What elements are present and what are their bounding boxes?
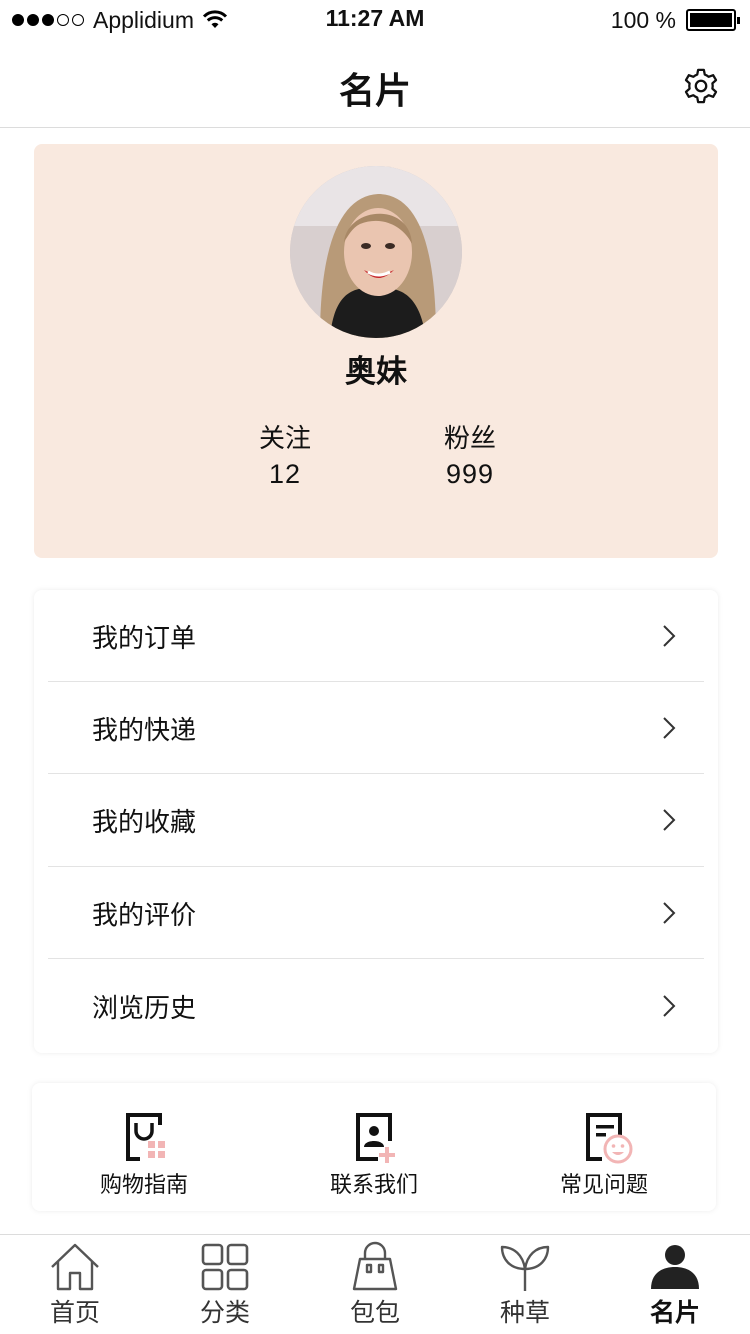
avatar-photo [290, 166, 462, 338]
settings-gear-icon[interactable] [682, 67, 720, 105]
menu-item-reviews[interactable]: 我的评价 [34, 867, 718, 959]
tab-category[interactable]: 分类 [170, 1241, 280, 1329]
chevron-right-icon [663, 809, 676, 831]
service-shopping-guide[interactable]: 购物指南 [64, 1111, 224, 1199]
tab-label: 名片 [649, 1298, 700, 1327]
service-label: 常见问题 [559, 1173, 648, 1198]
service-label: 购物指南 [99, 1173, 188, 1198]
chevron-right-icon [663, 625, 676, 647]
profile-card: 奥妹 关注 12 粉丝 999 [34, 144, 718, 558]
menu-item-label: 浏览历史 [92, 994, 197, 1024]
following-stat[interactable]: 关注 12 [215, 418, 355, 490]
chevron-right-icon [663, 902, 676, 924]
menu-item-history[interactable]: 浏览历史 [34, 960, 718, 1052]
person-icon [651, 1245, 699, 1289]
menu-list: 我的订单 我的快递 我的收藏 我的评价 浏览历史 [34, 590, 718, 1053]
navigation-bar: 名片 [0, 40, 750, 128]
contact-us-icon [356, 1113, 395, 1163]
service-shortcuts: 购物指南 联系我们 常见问题 [32, 1083, 716, 1211]
chevron-right-icon [663, 717, 676, 739]
following-count: 12 [268, 459, 302, 489]
battery-percent: 100 % [610, 6, 676, 33]
divider [48, 958, 704, 959]
menu-item-label: 我的订单 [92, 624, 197, 654]
profile-screen: Applidium 11:27 AM 100 % 名片 奥妹 关注 12 粉丝 … [0, 0, 750, 1334]
menu-item-favorites[interactable]: 我的收藏 [34, 774, 718, 866]
followers-count: 999 [445, 459, 495, 489]
service-label: 联系我们 [329, 1173, 418, 1198]
service-contact-us[interactable]: 联系我们 [294, 1111, 454, 1199]
tab-label: 首页 [49, 1298, 100, 1327]
faq-icon [586, 1113, 633, 1164]
sprout-icon [500, 1245, 550, 1291]
battery-icon [686, 9, 740, 31]
menu-item-delivery[interactable]: 我的快递 [34, 682, 718, 774]
tab-label: 包包 [349, 1298, 400, 1327]
following-label: 关注 [258, 424, 311, 454]
profile-name: 奥妹 [345, 354, 407, 390]
status-bar: Applidium 11:27 AM 100 % [0, 0, 750, 40]
tab-sprout[interactable]: 种草 [470, 1241, 580, 1329]
chevron-right-icon [663, 995, 676, 1017]
shopping-guide-icon [126, 1113, 165, 1161]
followers-stat[interactable]: 粉丝 999 [400, 418, 540, 490]
bag-icon [352, 1241, 398, 1291]
avatar[interactable] [290, 166, 462, 338]
tab-home[interactable]: 首页 [20, 1241, 130, 1329]
page-title: 名片 [338, 71, 411, 112]
tab-bar: 首页 分类 包包 种草 名片 [0, 1234, 750, 1334]
tab-label: 种草 [499, 1298, 550, 1327]
followers-label: 粉丝 [443, 424, 496, 454]
tab-profile[interactable]: 名片 [620, 1241, 730, 1329]
menu-item-label: 我的收藏 [92, 808, 197, 838]
battery-status: 100 % [610, 5, 740, 35]
service-faq[interactable]: 常见问题 [524, 1111, 684, 1199]
menu-item-label: 我的快递 [92, 716, 197, 746]
grid-icon [201, 1243, 249, 1291]
menu-item-orders[interactable]: 我的订单 [34, 590, 718, 682]
tab-bags[interactable]: 包包 [320, 1241, 430, 1329]
home-icon [51, 1243, 99, 1291]
menu-item-label: 我的评价 [92, 901, 197, 931]
tab-label: 分类 [199, 1298, 250, 1327]
